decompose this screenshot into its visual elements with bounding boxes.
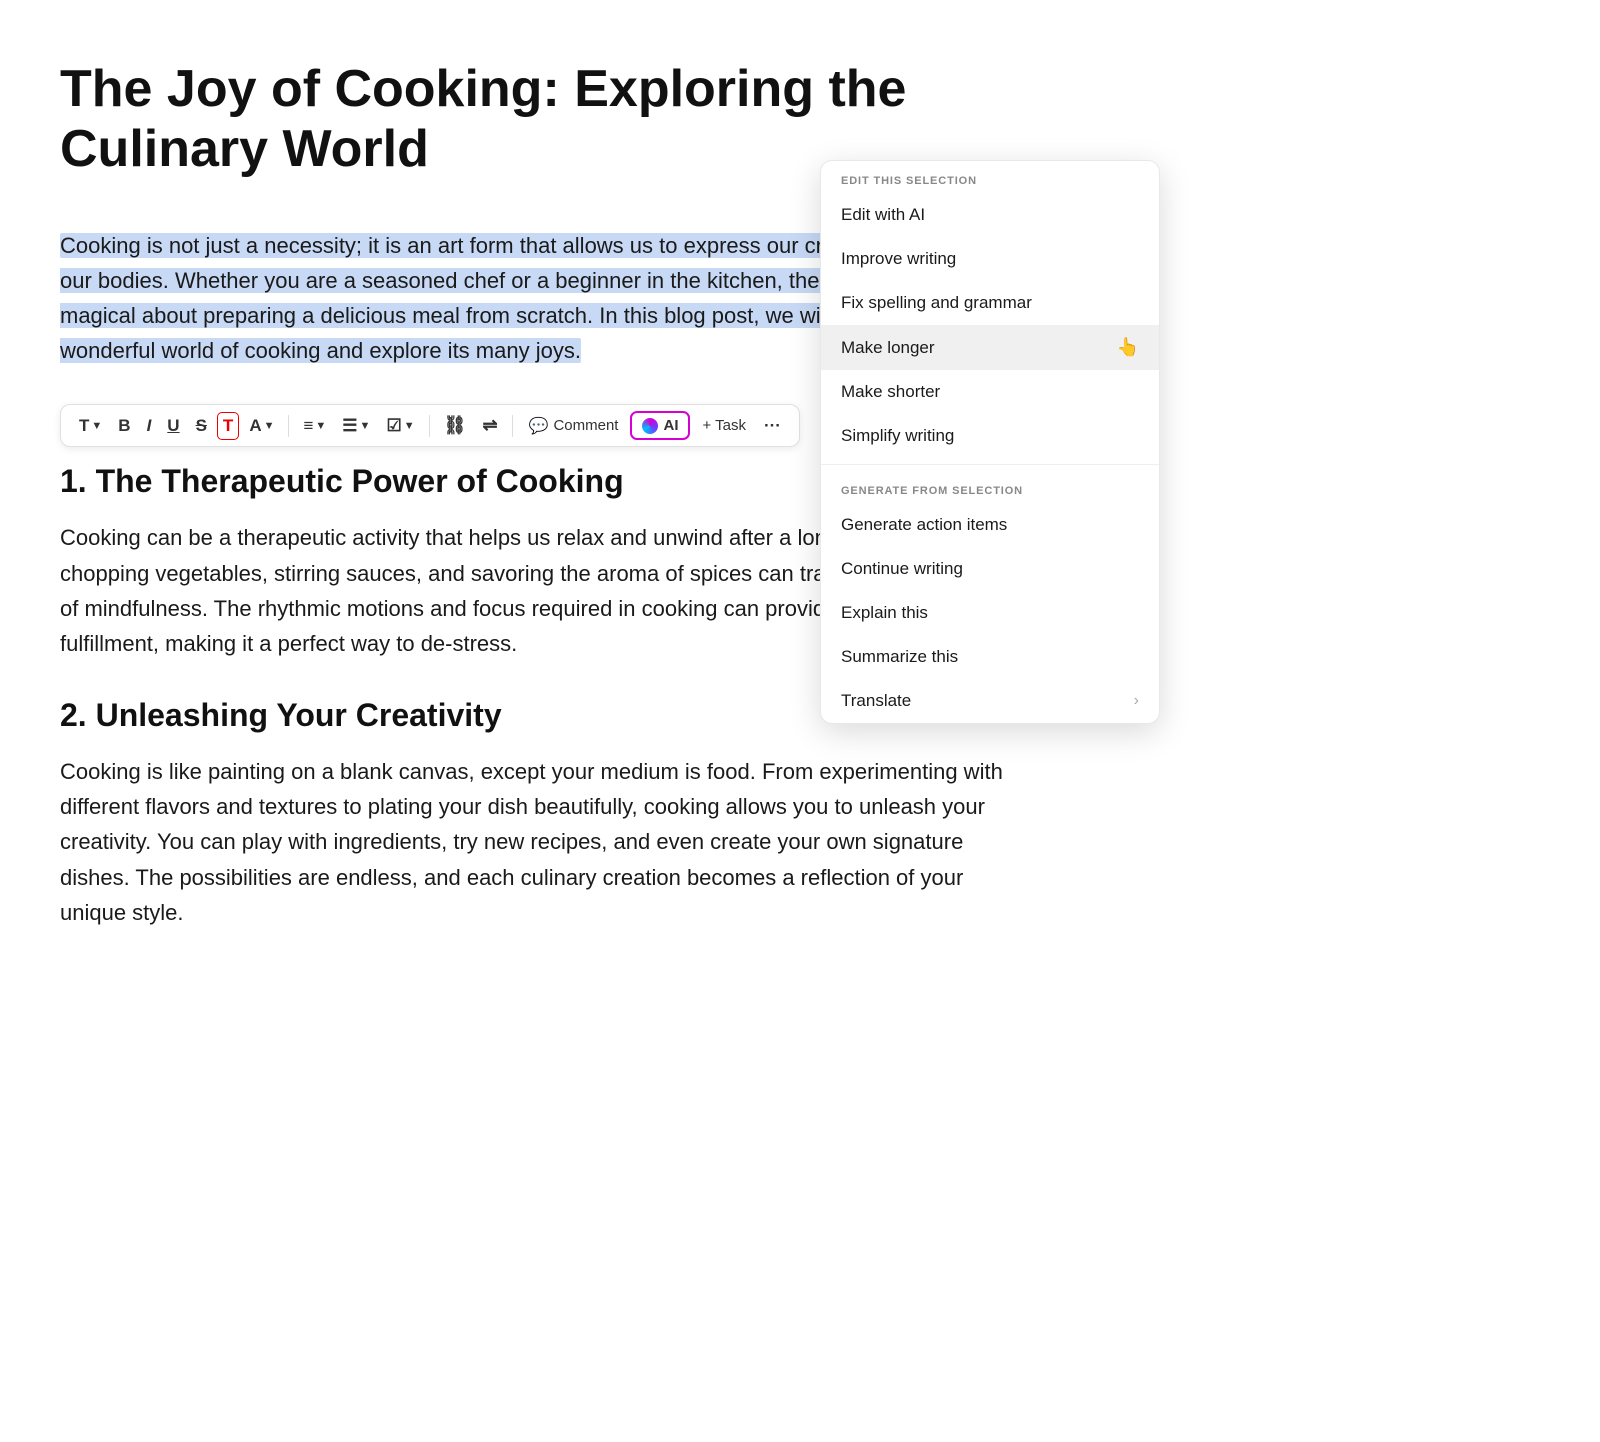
toolbar-sep-3 [512, 415, 513, 437]
comment-button[interactable]: 💬 Comment [521, 412, 627, 440]
italic-button[interactable]: I [141, 412, 158, 440]
more-options-button[interactable]: ··· [758, 412, 787, 440]
edit-with-ai-item[interactable]: Edit with AI [821, 193, 1159, 237]
link-button[interactable]: ⛓ [438, 411, 473, 440]
text-color-button[interactable]: A ▼ [243, 412, 280, 440]
formatting-toolbar: T ▼ B I U S T A ▼ ≡ ▼ ☰ ▼ ☑ [60, 404, 800, 447]
indent-button[interactable]: ⇌ [476, 411, 503, 440]
comment-icon: 💬 [529, 416, 549, 436]
generate-section-label: GENERATE FROM SELECTION [821, 471, 1159, 503]
continue-writing-item[interactable]: Continue writing [821, 547, 1159, 591]
text-format-button[interactable]: T ▼ [73, 412, 108, 440]
strikethrough-button[interactable]: S [190, 412, 213, 440]
dropdown-divider [821, 464, 1159, 465]
toolbar-sep-1 [288, 415, 289, 437]
align-button[interactable]: ≡ ▼ [297, 412, 332, 440]
summarize-this-item[interactable]: Summarize this [821, 635, 1159, 679]
ai-dropdown-menu: EDIT THIS SELECTION Edit with AI Improve… [820, 160, 1160, 724]
highlight-button[interactable]: T [217, 412, 239, 440]
list-button[interactable]: ☰ ▼ [336, 412, 376, 440]
ai-icon [642, 418, 658, 434]
fix-spelling-item[interactable]: Fix spelling and grammar [821, 281, 1159, 325]
checklist-button[interactable]: ☑ ▼ [380, 412, 420, 440]
chevron-right-icon: › [1134, 692, 1139, 710]
generate-action-items-item[interactable]: Generate action items [821, 503, 1159, 547]
toolbar-sep-2 [429, 415, 430, 437]
ai-button[interactable]: AI [630, 411, 690, 440]
explain-this-item[interactable]: Explain this [821, 591, 1159, 635]
task-button[interactable]: + Task [694, 413, 754, 438]
make-longer-item[interactable]: Make longer 👆 [821, 325, 1159, 370]
cursor-hand-icon: 👆 [1117, 337, 1139, 358]
underline-button[interactable]: U [161, 412, 185, 440]
bold-button[interactable]: B [112, 412, 136, 440]
simplify-writing-item[interactable]: Simplify writing [821, 414, 1159, 458]
translate-item[interactable]: Translate › [821, 679, 1159, 723]
make-shorter-item[interactable]: Make shorter [821, 370, 1159, 414]
improve-writing-item[interactable]: Improve writing [821, 237, 1159, 281]
edit-section-label: EDIT THIS SELECTION [821, 161, 1159, 193]
section2-body: Cooking is like painting on a blank canv… [60, 754, 1020, 930]
